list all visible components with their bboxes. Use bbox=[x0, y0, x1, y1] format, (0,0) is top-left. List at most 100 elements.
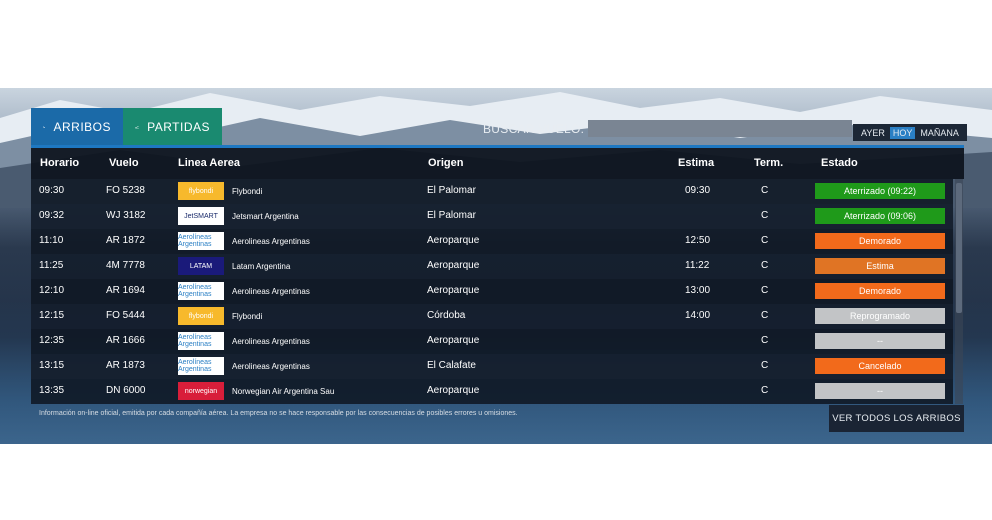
cell-origin: El Calafate bbox=[427, 360, 476, 371]
status-label: Demorado bbox=[858, 236, 902, 246]
cell-origin: Aeroparque bbox=[427, 235, 480, 246]
cell-airline: Flybondi bbox=[232, 312, 263, 321]
airline-logo: Aerolíneas Argentinas bbox=[178, 357, 224, 375]
airline-logo: norwegian bbox=[178, 382, 224, 400]
airline-logo-text: flybondi bbox=[188, 187, 214, 195]
status-badge: -- bbox=[815, 383, 945, 399]
airline-logo-text: Aerolíneas Argentinas bbox=[178, 284, 212, 298]
airline-logo-text: Aerolíneas Argentinas bbox=[178, 234, 212, 248]
cell-flight: AR 1694 bbox=[106, 285, 145, 296]
cell-flight: AR 1666 bbox=[106, 335, 145, 346]
cell-flight: FO 5238 bbox=[106, 185, 145, 196]
search-input[interactable] bbox=[588, 120, 853, 137]
status-badge: Aterrizado (09:06) bbox=[815, 208, 945, 224]
cell-origin: El Palomar bbox=[427, 185, 476, 196]
cell-flight: 4M 7778 bbox=[106, 260, 145, 271]
status-badge: -- bbox=[815, 333, 945, 349]
status-label: Cancelado bbox=[858, 361, 902, 371]
cell-time: 12:10 bbox=[39, 285, 65, 296]
col-terminal: Term. bbox=[754, 157, 784, 169]
status-label: Demorado bbox=[858, 286, 902, 296]
cell-airline: Jetsmart Argentina bbox=[232, 212, 299, 221]
col-origin: Origen bbox=[428, 157, 464, 169]
airline-logo-text: JetSMART bbox=[184, 212, 218, 220]
scrollbar-thumb[interactable] bbox=[956, 183, 962, 313]
cell-flight: AR 1873 bbox=[106, 360, 145, 371]
cell-terminal: C bbox=[761, 310, 769, 321]
col-airline: Linea Aerea bbox=[178, 157, 240, 169]
cell-time: 11:25 bbox=[39, 260, 64, 271]
table-row[interactable]: 13:15 AR 1873 Aerolíneas Argentinas Aerolin… bbox=[31, 354, 953, 379]
airline-logo: LATAM bbox=[178, 257, 224, 275]
cell-airline: Aerolineas Argentinas bbox=[232, 287, 310, 296]
table-row[interactable]: 11:25 4M 7778 LATAM Latam Argentina Aeroparq… bbox=[31, 254, 953, 279]
col-time: Horario bbox=[40, 157, 80, 169]
cell-estimate: 09:30 bbox=[685, 185, 711, 196]
cell-time: 12:35 bbox=[39, 335, 65, 346]
status-label: Aterrizado (09:22) bbox=[843, 186, 917, 196]
table-row[interactable]: 13:35 DN 6000 norwegian Norwegian Air Argen… bbox=[31, 379, 953, 404]
table-row[interactable]: 12:10 AR 1694 Aerolíneas Argentinas Aerolin… bbox=[31, 279, 953, 304]
status-label: Reprogramado bbox=[849, 311, 911, 321]
table-row[interactable]: 09:30 FO 5238 flybondi Flybondi El Palomar 09… bbox=[31, 179, 953, 204]
status-badge: Estima bbox=[815, 258, 945, 274]
cell-flight: FO 5444 bbox=[106, 310, 145, 321]
airline-logo-text: LATAM bbox=[189, 262, 213, 270]
airline-logo: JetSMART bbox=[178, 207, 224, 225]
status-label: -- bbox=[877, 336, 883, 346]
cell-origin: Aeroparque bbox=[427, 385, 480, 396]
cell-estimate: 12:50 bbox=[685, 235, 711, 246]
view-all-arrivals-button[interactable]: VER TODOS LOS ARRIBOS bbox=[829, 405, 964, 432]
cell-flight: AR 1872 bbox=[106, 235, 145, 246]
cell-time: 09:32 bbox=[39, 210, 65, 221]
plane-landing-icon bbox=[43, 126, 46, 128]
airline-logo: flybondi bbox=[178, 307, 224, 325]
day-today[interactable]: HOY bbox=[889, 126, 916, 139]
cell-terminal: C bbox=[761, 360, 769, 371]
day-tomorrow[interactable]: MAÑANA bbox=[917, 127, 962, 139]
status-badge: Reprogramado bbox=[815, 308, 945, 324]
col-status: Estado bbox=[821, 157, 858, 169]
status-label: Aterrizado (09:06) bbox=[843, 211, 917, 221]
cell-origin: Aeroparque bbox=[427, 260, 480, 271]
cell-estimate: 11:22 bbox=[685, 260, 710, 271]
board-tabs: ARRIBOS PARTIDAS bbox=[31, 108, 222, 145]
flight-search: BUSCAR VUELO: bbox=[483, 120, 853, 137]
cell-flight: DN 6000 bbox=[106, 385, 146, 396]
cell-time: 09:30 bbox=[39, 185, 65, 196]
status-badge: Aterrizado (09:22) bbox=[815, 183, 945, 199]
table-row[interactable]: 12:15 FO 5444 flybondi Flybondi Córdoba 14:00… bbox=[31, 304, 953, 329]
cell-time: 13:35 bbox=[39, 385, 65, 396]
cell-estimate: 14:00 bbox=[685, 310, 711, 321]
status-badge: Cancelado bbox=[815, 358, 945, 374]
rows-scrollbar[interactable] bbox=[955, 179, 963, 404]
cell-time: 12:15 bbox=[39, 310, 65, 321]
table-row[interactable]: 09:32 WJ 3182 JetSMART Jetsmart Argentina El… bbox=[31, 204, 953, 229]
search-label: BUSCAR VUELO: bbox=[483, 121, 585, 136]
tab-arrivals[interactable]: ARRIBOS bbox=[31, 108, 123, 145]
cell-airline: Flybondi bbox=[232, 187, 263, 196]
cell-time: 13:15 bbox=[39, 360, 65, 371]
airline-logo-text: Aerolíneas Argentinas bbox=[178, 334, 212, 348]
tab-departures[interactable]: PARTIDAS bbox=[123, 108, 222, 145]
cell-origin: El Palomar bbox=[427, 210, 476, 221]
cell-time: 11:10 bbox=[39, 235, 64, 246]
cell-airline: Aerolineas Argentinas bbox=[232, 337, 310, 346]
cell-terminal: C bbox=[761, 335, 769, 346]
cell-flight: WJ 3182 bbox=[106, 210, 146, 221]
status-badge: Demorado bbox=[815, 233, 945, 249]
table-row[interactable]: 12:35 AR 1666 Aerolíneas Argentinas Aerolin… bbox=[31, 329, 953, 354]
cell-airline: Latam Argentina bbox=[232, 262, 291, 271]
airline-logo: flybondi bbox=[178, 182, 224, 200]
airline-logo: Aerolíneas Argentinas bbox=[178, 232, 224, 250]
day-yesterday[interactable]: AYER bbox=[858, 127, 888, 139]
table-row[interactable]: 11:10 AR 1872 Aerolíneas Argentinas Aerolin… bbox=[31, 229, 953, 254]
tab-departures-label: PARTIDAS bbox=[147, 119, 210, 134]
status-badge: Demorado bbox=[815, 283, 945, 299]
flight-board: ARRIBOS PARTIDAS BUSCAR VUELO: AYER HOY … bbox=[31, 108, 967, 432]
day-selector: AYER HOY MAÑANA bbox=[853, 124, 967, 141]
cell-origin: Aeroparque bbox=[427, 335, 480, 346]
col-flight: Vuelo bbox=[109, 157, 139, 169]
col-estimate: Estima bbox=[678, 157, 715, 169]
flight-rows: 09:30 FO 5238 flybondi Flybondi El Palomar 09… bbox=[31, 179, 953, 404]
